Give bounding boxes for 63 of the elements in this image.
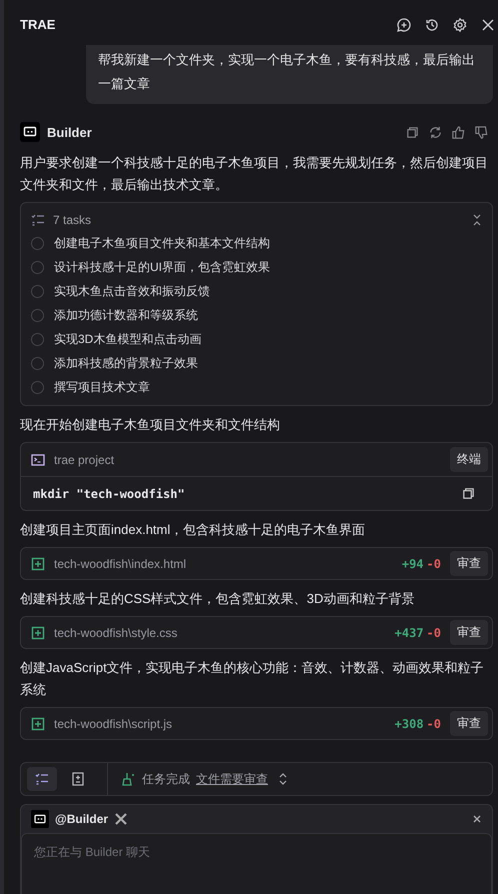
refresh-icon[interactable] <box>428 124 443 140</box>
command-text: mkdir "tech-woodfish" <box>33 486 185 500</box>
file-path[interactable]: tech-woodfish\style.css <box>54 626 178 640</box>
terminal-title: trae project <box>54 452 114 466</box>
lines-removed: -0 <box>426 716 441 730</box>
collapse-icon[interactable] <box>472 214 482 226</box>
task-count: 7 tasks <box>53 213 92 227</box>
task-checkbox[interactable] <box>31 260 44 274</box>
message-text: 用户要求创建一个科技感十足的电子木鱼项目，我需要先规划任务，然后创建项目文件夹和文件，最后输出技术文章。 <box>20 154 489 194</box>
message-text: 创建项目主页面index.html，包含科技感十足的电子木鱼界面 <box>20 521 366 539</box>
task-checkbox[interactable] <box>31 380 44 394</box>
lines-removed: -0 <box>426 626 441 640</box>
thumbs-down-icon[interactable] <box>474 124 489 140</box>
thumbs-up-icon[interactable] <box>451 124 466 140</box>
review-button[interactable]: 审查 <box>450 711 488 736</box>
close-icon[interactable] <box>472 814 482 824</box>
builder-avatar-icon <box>20 122 40 142</box>
task-checkbox[interactable] <box>31 308 44 322</box>
lines-removed: -0 <box>426 556 441 570</box>
copy-icon[interactable] <box>461 486 476 501</box>
review-button[interactable]: 审查 <box>450 620 488 645</box>
terminal-icon <box>31 452 45 466</box>
close-icon[interactable] <box>480 16 496 32</box>
task-checkbox[interactable] <box>31 332 44 346</box>
file-path[interactable]: tech-woodfish\index.html <box>54 556 186 570</box>
history-icon[interactable] <box>424 16 440 32</box>
user-message: 帮我新建一个文件夹，实现一个电子木鱼，要有科技感，最后输出一篇文章 <box>86 45 493 104</box>
terminal-button[interactable]: 终端 <box>450 447 488 472</box>
file-added-icon <box>31 556 45 570</box>
message-text: 创建科技感十足的CSS样式文件，包含霓虹效果、3D动画和粒子背景 <box>20 590 416 608</box>
chat-input[interactable]: 您正在与 Builder 聊天 <box>21 833 492 894</box>
review-button[interactable]: 审查 <box>450 551 488 576</box>
agent-mention: @Builder <box>55 812 108 826</box>
lines-added: +308 <box>394 716 424 730</box>
message-text: 现在开始创建电子木鱼项目文件夹和文件结构 <box>20 416 281 434</box>
file-added-icon <box>31 626 45 640</box>
builder-avatar-icon <box>31 810 49 828</box>
task-label: 创建电子木鱼项目文件夹和基本文件结构 <box>54 234 270 252</box>
file-added-icon <box>31 716 45 730</box>
task-list-icon <box>31 213 45 227</box>
agent-name: Builder <box>47 124 92 140</box>
task-label: 设计科技感十足的UI界面，包含霓虹效果 <box>54 258 270 276</box>
task-label: 实现木鱼点击音效和振动反馈 <box>54 282 210 300</box>
task-label: 撰写项目技术文章 <box>54 378 150 396</box>
message-text: 创建JavaScript文件，实现电子木鱼的核心功能：音效、计数器、动画效果和粒子系统 <box>20 659 485 699</box>
broom-icon <box>122 772 136 786</box>
copy-icon[interactable] <box>405 124 420 140</box>
app-title: TRAE <box>20 17 56 32</box>
task-checkbox[interactable] <box>31 236 44 250</box>
new-chat-icon[interactable] <box>396 16 412 32</box>
status-text: 任务完成 <box>142 770 190 788</box>
file-path[interactable]: tech-woodfish\script.js <box>54 716 172 730</box>
task-list-icon[interactable] <box>27 767 57 791</box>
lines-added: +94 <box>402 556 424 570</box>
lines-added: +437 <box>394 626 424 640</box>
task-label: 添加功德计数器和等级系统 <box>54 306 198 324</box>
review-link[interactable]: 文件需要审查 <box>196 770 268 788</box>
chevron-up-down-icon[interactable] <box>278 772 288 786</box>
task-label: 添加科技感的背景粒子效果 <box>54 354 198 372</box>
task-checkbox[interactable] <box>31 284 44 298</box>
settings-icon[interactable] <box>452 16 468 32</box>
task-checkbox[interactable] <box>31 356 44 370</box>
task-label: 实现3D木鱼模型和点击动画 <box>54 330 202 348</box>
